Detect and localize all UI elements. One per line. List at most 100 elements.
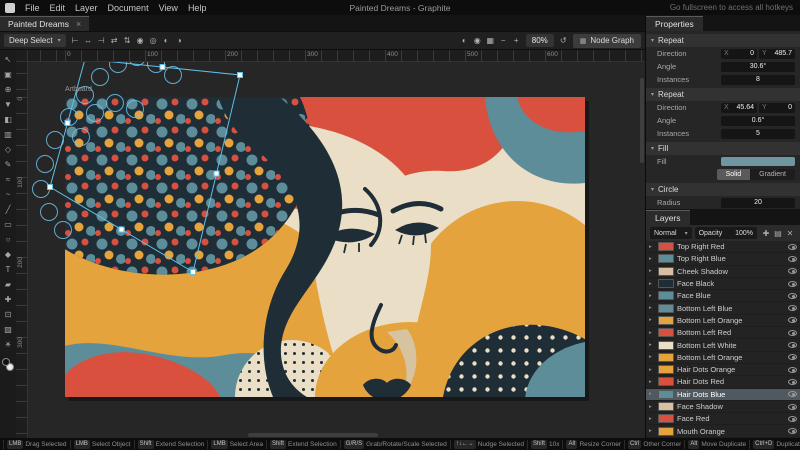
opacity-slider[interactable]: Opacity 100% — [695, 227, 757, 239]
color-swatches[interactable] — [1, 357, 15, 373]
layer-visibility-icon[interactable] — [788, 367, 797, 373]
layer-visibility-icon[interactable] — [788, 317, 797, 323]
align-center-horizontal-icon[interactable]: ↔ — [82, 34, 95, 47]
layer-expand-icon[interactable]: ▸ — [649, 293, 655, 299]
layer-visibility-icon[interactable] — [788, 256, 797, 262]
layer-visibility-icon[interactable] — [788, 281, 797, 287]
patch-tool[interactable]: ▨ — [1, 322, 15, 337]
menu-item[interactable]: Layer — [70, 0, 103, 15]
zoom-in-icon[interactable]: + — [510, 34, 523, 47]
layer-visibility-icon[interactable] — [788, 354, 797, 360]
select-tool[interactable]: ↖ — [1, 52, 15, 67]
layer-row[interactable]: ▸ Bottom Left Orange — [646, 352, 800, 364]
gradient-tool[interactable]: ▥ — [1, 127, 15, 142]
layer-visibility-icon[interactable] — [788, 379, 797, 385]
polygon-tool[interactable]: ◆ — [1, 247, 15, 262]
boolean-subtract-icon[interactable]: ◎ — [147, 34, 160, 47]
heal-tool[interactable]: ✚ — [1, 292, 15, 307]
layer-expand-icon[interactable]: ▸ — [649, 330, 655, 336]
layer-expand-icon[interactable]: ▸ — [649, 404, 655, 410]
app-logo-icon[interactable] — [5, 3, 15, 13]
layer-visibility-icon[interactable] — [788, 305, 797, 311]
layer-expand-icon[interactable]: ▸ — [649, 244, 655, 250]
layer-visibility-icon[interactable] — [788, 268, 797, 274]
layer-visibility-icon[interactable] — [788, 330, 797, 336]
layer-visibility-icon[interactable] — [788, 391, 797, 397]
layer-row[interactable]: ▸ Bottom Left Orange — [646, 315, 800, 327]
layer-row[interactable]: ▸ Bottom Left Red — [646, 327, 800, 339]
repeat2-angle-input[interactable]: 0.6° — [721, 116, 795, 126]
overlays-toggle-icon[interactable]: ◉ — [471, 34, 484, 47]
layer-visibility-icon[interactable] — [788, 428, 797, 434]
properties-panel-tab[interactable]: Properties — [646, 15, 800, 31]
repeat2-direction-x-input[interactable]: X 45.64 — [721, 103, 757, 113]
layer-expand-icon[interactable]: ▸ — [649, 281, 655, 287]
clone-tool[interactable]: ⊡ — [1, 307, 15, 322]
layer-row[interactable]: ▸ Top Right Blue — [646, 253, 800, 265]
layer-row[interactable]: ▸ Bottom Left Blue — [646, 302, 800, 314]
menu-item[interactable]: Document — [103, 0, 154, 15]
zoom-level[interactable]: 80% — [526, 34, 554, 47]
navigate-tool[interactable]: ⊕ — [1, 82, 15, 97]
layer-row[interactable]: ▸ Face Black — [646, 278, 800, 290]
layer-row[interactable]: ▸ Face Red — [646, 413, 800, 425]
layer-expand-icon[interactable]: ▸ — [649, 367, 655, 373]
node-graph-button[interactable]: ▦ Node Graph — [573, 34, 641, 48]
ellipse-tool[interactable]: ○ — [1, 232, 15, 247]
blend-mode-dropdown[interactable]: Normal ▾ — [650, 227, 692, 239]
layer-row[interactable]: ▸ Mouth Orange — [646, 425, 800, 437]
spline-tool[interactable]: ~ — [1, 187, 15, 202]
repeat1-instances-input[interactable]: 8 — [721, 75, 795, 85]
layer-expand-icon[interactable]: ▸ — [649, 428, 655, 434]
layer-visibility-icon[interactable] — [788, 244, 797, 250]
layer-row[interactable]: ▸ Bottom Left White — [646, 339, 800, 351]
path-tool[interactable]: ◇ — [1, 142, 15, 157]
layer-row[interactable]: ▸ Hair Dots Orange — [646, 364, 800, 376]
new-folder-icon[interactable]: ▤ — [772, 227, 784, 239]
layer-row[interactable]: ▸ Hair Dots Blue — [646, 389, 800, 401]
menu-item[interactable]: Edit — [45, 0, 71, 15]
flip-vertical-icon[interactable]: ⇅ — [121, 34, 134, 47]
layers-panel-tab[interactable]: Layers — [646, 209, 800, 225]
align-left-icon[interactable]: ⊢ — [69, 34, 82, 47]
layer-visibility-icon[interactable] — [788, 342, 797, 348]
rectangle-tool[interactable]: ▭ — [1, 217, 15, 232]
viewport-vertical-scrollbar[interactable] — [640, 78, 644, 163]
menu-item[interactable]: View — [154, 0, 183, 15]
brush-tool[interactable]: ▰ — [1, 277, 15, 292]
view-mode-icon[interactable]: ◐ — [458, 34, 471, 47]
layer-visibility-icon[interactable] — [788, 416, 797, 422]
layer-expand-icon[interactable]: ▸ — [649, 342, 655, 348]
menu-item[interactable]: Help — [183, 0, 212, 15]
menu-item[interactable]: File — [20, 0, 45, 15]
layer-expand-icon[interactable]: ▸ — [649, 391, 655, 397]
delete-layer-icon[interactable]: ✕ — [784, 227, 796, 239]
new-layer-icon[interactable]: ✚ — [760, 227, 772, 239]
layer-row[interactable]: ▸ Cheek Shadow — [646, 266, 800, 278]
layer-expand-icon[interactable]: ▸ — [649, 305, 655, 311]
primary-color-swatch[interactable] — [2, 358, 10, 366]
fill-solid-button[interactable]: Solid — [717, 169, 751, 180]
layer-row[interactable]: ▸ Face Shadow — [646, 401, 800, 413]
repeat2-instances-input[interactable]: 5 — [721, 129, 795, 139]
layer-visibility-icon[interactable] — [788, 293, 797, 299]
boolean-intersect-icon[interactable]: ◐ — [160, 34, 173, 47]
circle-radius-input[interactable]: 20 — [721, 198, 795, 208]
section-header-repeat-1[interactable]: ▾ Repeat — [646, 34, 800, 47]
repeat1-direction-y-input[interactable]: Y 485.7 — [759, 49, 795, 59]
fill-tool[interactable]: ◧ — [1, 112, 15, 127]
viewport-horizontal-scrollbar[interactable] — [248, 433, 378, 437]
pen-tool[interactable]: ✎ — [1, 157, 15, 172]
layer-expand-icon[interactable]: ▸ — [649, 317, 655, 323]
line-tool[interactable]: ╱ — [1, 202, 15, 217]
artboard-tool[interactable]: ▣ — [1, 67, 15, 82]
repeat2-direction-y-input[interactable]: Y 0 — [759, 103, 795, 113]
flip-horizontal-icon[interactable]: ⇄ — [108, 34, 121, 47]
boolean-difference-icon[interactable]: ◑ — [173, 34, 186, 47]
layer-expand-icon[interactable]: ▸ — [649, 354, 655, 360]
relight-tool[interactable]: ☀ — [1, 337, 15, 352]
freehand-tool[interactable]: ≈ — [1, 172, 15, 187]
section-header-circle[interactable]: ▾ Circle — [646, 183, 800, 196]
layer-visibility-icon[interactable] — [788, 404, 797, 410]
layer-expand-icon[interactable]: ▸ — [649, 268, 655, 274]
